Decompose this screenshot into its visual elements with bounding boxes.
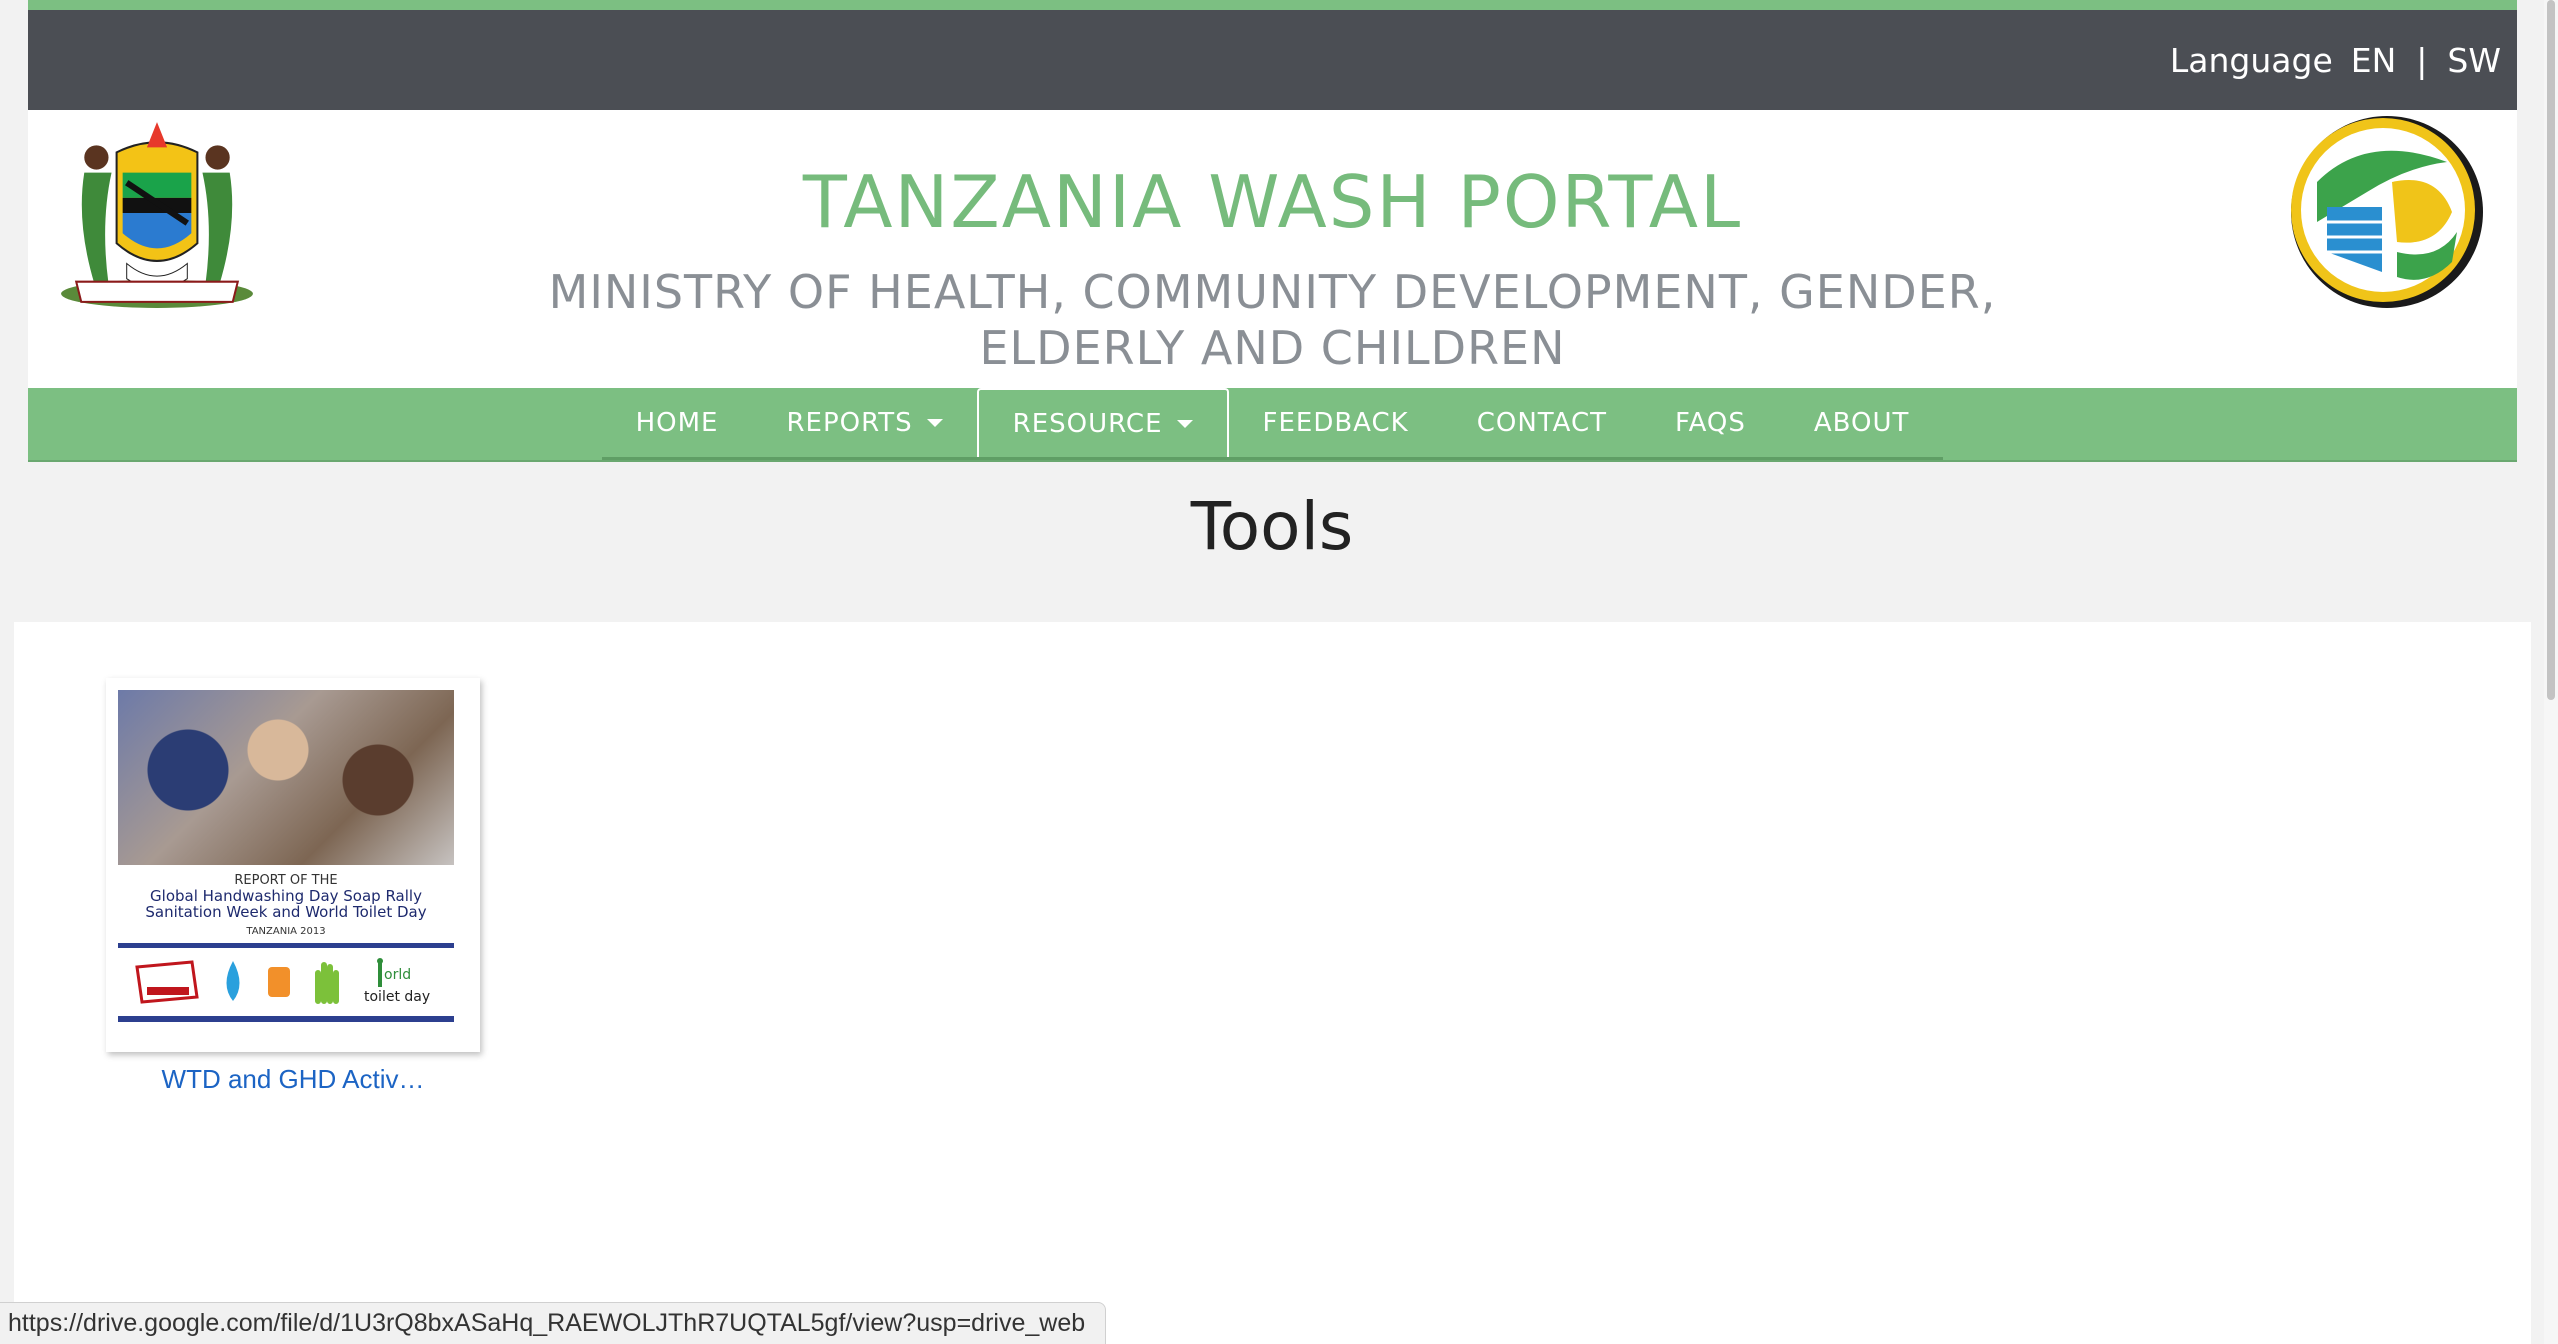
nav-contact-label: CONTACT: [1476, 407, 1608, 438]
nav-feedback[interactable]: FEEDBACK: [1229, 388, 1443, 457]
banner-icon: [135, 960, 199, 1004]
page-title: Tools: [1190, 488, 1354, 565]
thumb-line2: Global Handwashing Day Soap Rally: [150, 887, 422, 905]
nav-home-label: HOME: [635, 407, 719, 438]
wash-logo-icon[interactable]: [2287, 112, 2487, 312]
thumb-bottom-rule: [118, 1016, 454, 1022]
thumb-icons-row: orld toilet day: [118, 948, 454, 1016]
nav-resource-dropdown[interactable]: RESOURCE: [976, 388, 1229, 457]
thumbnail-report-text: REPORT OF THE Global Handwashing Day Soa…: [118, 873, 454, 937]
page-header-wrap: Language EN | SW TANZANIA WASH PORTAL MI…: [28, 0, 2517, 462]
soap-icon: [268, 967, 290, 997]
documents-panel: REPORT OF THE Global Handwashing Day Soa…: [14, 622, 2531, 1344]
nav-about-label: ABOUT: [1813, 407, 1910, 438]
main-navbar: HOME REPORTS RESOURCE FEEDBACK CONTACT F…: [28, 388, 2517, 462]
document-card[interactable]: REPORT OF THE Global Handwashing Day Soa…: [106, 678, 480, 1052]
ministry-name: MINISTRY OF HEALTH, COMMUNITY DEVELOPMEN…: [548, 265, 1997, 375]
svg-text:toilet day: toilet day: [364, 989, 430, 1005]
water-drop-icon: [226, 961, 240, 1001]
world-toilet-day-badge: orld toilet day: [364, 958, 430, 1005]
nav-reports-dropdown[interactable]: REPORTS: [752, 388, 976, 457]
nav-contact[interactable]: CONTACT: [1443, 388, 1641, 457]
site-title: TANZANIA WASH PORTAL: [802, 160, 1743, 244]
nav-feedback-label: FEEDBACK: [1262, 407, 1409, 438]
browser-status-url: https://drive.google.com/file/d/1U3rQ8bx…: [0, 1302, 1106, 1344]
document-link[interactable]: WTD and GHD Activ…: [106, 1064, 480, 1095]
nav-resource-label: RESOURCE: [1012, 408, 1163, 439]
caret-down-icon: [1176, 419, 1193, 428]
thumb-line4: TANZANIA 2013: [246, 926, 326, 937]
document-thumbnail[interactable]: REPORT OF THE Global Handwashing Day Soa…: [118, 690, 454, 1043]
nav-about[interactable]: ABOUT: [1780, 388, 1944, 457]
thumb-line1: REPORT OF THE: [234, 873, 338, 888]
caret-down-icon: [926, 418, 943, 427]
nav-menu: HOME REPORTS RESOURCE FEEDBACK CONTACT F…: [601, 388, 1944, 460]
language-bar: Language EN | SW: [28, 10, 2517, 110]
scrollbar-thumb[interactable]: [2547, 0, 2555, 700]
language-separator: |: [2416, 40, 2428, 80]
hand-icon: [315, 962, 339, 1004]
site-titles: TANZANIA WASH PORTAL MINISTRY OF HEALTH,…: [28, 160, 2517, 376]
nav-reports-label: REPORTS: [786, 407, 913, 438]
language-en-link[interactable]: EN: [2351, 41, 2397, 80]
nav-faqs-label: FAQS: [1675, 407, 1746, 438]
language-label: Language: [2169, 40, 2333, 80]
nav-faqs[interactable]: FAQS: [1641, 388, 1780, 457]
svg-text:orld: orld: [384, 967, 411, 983]
language-sw-link[interactable]: SW: [2447, 41, 2501, 80]
thumb-line3: Sanitation Week and World Toilet Day: [145, 903, 427, 921]
site-header: TANZANIA WASH PORTAL MINISTRY OF HEALTH,…: [28, 110, 2517, 388]
page-scrollbar[interactable]: [2544, 0, 2558, 1344]
nav-home[interactable]: HOME: [602, 388, 753, 457]
top-accent-stripe: [28, 0, 2517, 10]
children-photo: [118, 690, 454, 865]
